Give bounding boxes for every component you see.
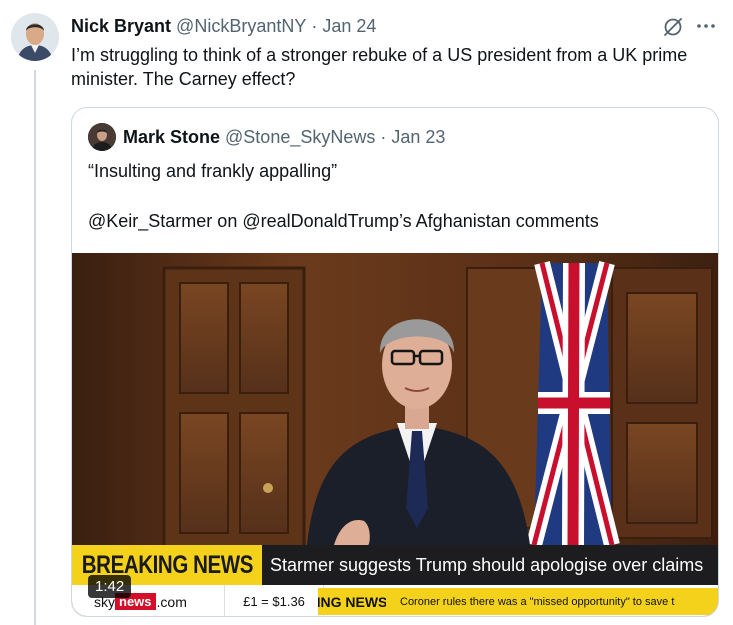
quoted-header-separator: · (380, 126, 387, 147)
grok-icon[interactable] (662, 16, 684, 38)
news-ticker: sky news .com £1 = $1.36 ING NEWS Coroner … (72, 585, 718, 616)
ticker-tag: ING NEWS (318, 588, 386, 615)
video-player[interactable]: BREAKING NEWS Starmer suggests Trump sho… (72, 253, 718, 616)
quoted-author-name[interactable]: Mark Stone (123, 127, 220, 148)
quoted-author-avatar[interactable] (88, 123, 116, 151)
more-options-icon[interactable] (695, 15, 717, 37)
author-avatar[interactable] (11, 13, 59, 61)
tweet-header: Nick Bryant @NickBryantNY · Jan 24 (71, 15, 376, 37)
tweet-text: I’m struggling to think of a stronger re… (71, 45, 688, 89)
quoted-tweet[interactable]: Mark Stone @Stone_SkyNews · Jan 23 “Insu… (71, 107, 719, 617)
author-handle[interactable]: @NickBryantNY (176, 16, 306, 37)
quoted-author-handle[interactable]: @Stone_SkyNews (225, 127, 375, 148)
ticker-exchange-rate: £1 = $1.36 (224, 585, 324, 616)
author-name[interactable]: Nick Bryant (71, 16, 171, 37)
breaking-news-headline: Starmer suggests Trump should apologise … (262, 545, 718, 585)
quoted-date: Jan 23 (391, 126, 446, 147)
ticker-headline: Coroner rules there was a "missed opport… (386, 588, 718, 615)
tweet-date[interactable]: Jan 24 (322, 16, 376, 37)
quoted-text-line1: “Insulting and frankly appalling” (88, 161, 338, 181)
video-duration-badge: 1:42 (88, 575, 132, 598)
header-separator: · (311, 15, 318, 36)
thread-line (34, 70, 36, 625)
quoted-header: Mark Stone @Stone_SkyNews · Jan 23 (123, 126, 445, 148)
quoted-text-line2: @Keir_Starmer on @realDonaldTrump’s Afgh… (88, 211, 599, 231)
